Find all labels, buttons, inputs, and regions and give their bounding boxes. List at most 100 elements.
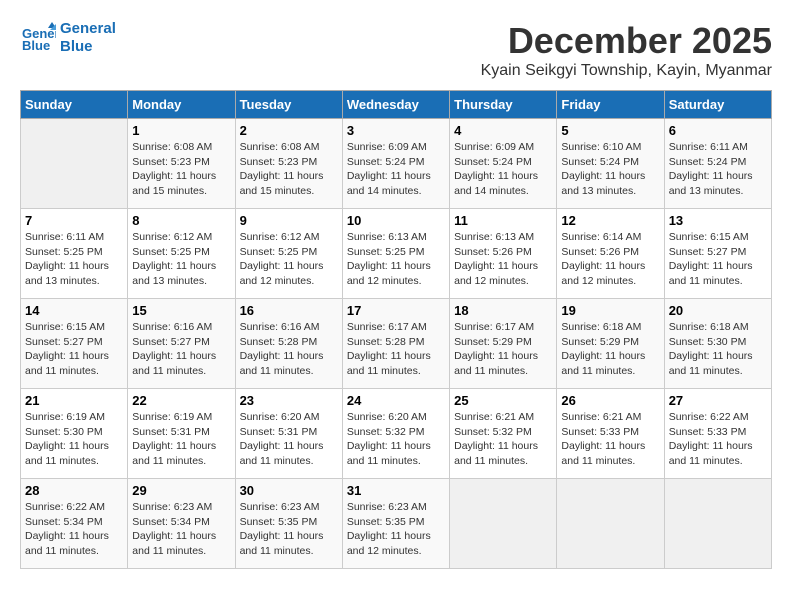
day-number: 14 [25,303,123,318]
calendar-week-4: 28 Sunrise: 6:22 AM Sunset: 5:34 PM Dayl… [21,479,772,569]
calendar-cell: 28 Sunrise: 6:22 AM Sunset: 5:34 PM Dayl… [21,479,128,569]
day-info: Sunrise: 6:16 AM Sunset: 5:27 PM Dayligh… [132,320,230,379]
calendar-cell: 8 Sunrise: 6:12 AM Sunset: 5:25 PM Dayli… [128,209,235,299]
calendar-cell: 21 Sunrise: 6:19 AM Sunset: 5:30 PM Dayl… [21,389,128,479]
day-number: 9 [240,213,338,228]
calendar-cell: 22 Sunrise: 6:19 AM Sunset: 5:31 PM Dayl… [128,389,235,479]
day-info: Sunrise: 6:18 AM Sunset: 5:30 PM Dayligh… [669,320,767,379]
day-info: Sunrise: 6:11 AM Sunset: 5:24 PM Dayligh… [669,140,767,199]
calendar-cell: 23 Sunrise: 6:20 AM Sunset: 5:31 PM Dayl… [235,389,342,479]
weekday-header-monday: Monday [128,91,235,119]
calendar-cell: 19 Sunrise: 6:18 AM Sunset: 5:29 PM Dayl… [557,299,664,389]
calendar-cell: 14 Sunrise: 6:15 AM Sunset: 5:27 PM Dayl… [21,299,128,389]
day-number: 2 [240,123,338,138]
day-number: 26 [561,393,659,408]
calendar-cell: 26 Sunrise: 6:21 AM Sunset: 5:33 PM Dayl… [557,389,664,479]
day-number: 31 [347,483,445,498]
calendar-cell: 20 Sunrise: 6:18 AM Sunset: 5:30 PM Dayl… [664,299,771,389]
day-info: Sunrise: 6:23 AM Sunset: 5:34 PM Dayligh… [132,500,230,559]
day-number: 23 [240,393,338,408]
day-number: 16 [240,303,338,318]
day-info: Sunrise: 6:09 AM Sunset: 5:24 PM Dayligh… [454,140,552,199]
day-number: 25 [454,393,552,408]
day-info: Sunrise: 6:09 AM Sunset: 5:24 PM Dayligh… [347,140,445,199]
weekday-header-wednesday: Wednesday [342,91,449,119]
calendar-cell: 25 Sunrise: 6:21 AM Sunset: 5:32 PM Dayl… [450,389,557,479]
day-info: Sunrise: 6:13 AM Sunset: 5:25 PM Dayligh… [347,230,445,289]
day-info: Sunrise: 6:23 AM Sunset: 5:35 PM Dayligh… [347,500,445,559]
calendar-body: 1 Sunrise: 6:08 AM Sunset: 5:23 PM Dayli… [21,119,772,569]
calendar-cell: 17 Sunrise: 6:17 AM Sunset: 5:28 PM Dayl… [342,299,449,389]
day-info: Sunrise: 6:19 AM Sunset: 5:31 PM Dayligh… [132,410,230,469]
day-info: Sunrise: 6:17 AM Sunset: 5:29 PM Dayligh… [454,320,552,379]
calendar-week-1: 7 Sunrise: 6:11 AM Sunset: 5:25 PM Dayli… [21,209,772,299]
weekday-header-row: SundayMondayTuesdayWednesdayThursdayFrid… [21,91,772,119]
logo-general: General [60,20,116,38]
day-info: Sunrise: 6:20 AM Sunset: 5:32 PM Dayligh… [347,410,445,469]
calendar-cell: 5 Sunrise: 6:10 AM Sunset: 5:24 PM Dayli… [557,119,664,209]
calendar-cell: 13 Sunrise: 6:15 AM Sunset: 5:27 PM Dayl… [664,209,771,299]
calendar-cell [664,479,771,569]
day-info: Sunrise: 6:14 AM Sunset: 5:26 PM Dayligh… [561,230,659,289]
calendar-cell: 7 Sunrise: 6:11 AM Sunset: 5:25 PM Dayli… [21,209,128,299]
day-info: Sunrise: 6:12 AM Sunset: 5:25 PM Dayligh… [132,230,230,289]
logo-icon: General Blue [20,20,56,56]
day-info: Sunrise: 6:11 AM Sunset: 5:25 PM Dayligh… [25,230,123,289]
weekday-header-friday: Friday [557,91,664,119]
calendar-header: SundayMondayTuesdayWednesdayThursdayFrid… [21,91,772,119]
calendar-cell: 1 Sunrise: 6:08 AM Sunset: 5:23 PM Dayli… [128,119,235,209]
calendar-cell: 3 Sunrise: 6:09 AM Sunset: 5:24 PM Dayli… [342,119,449,209]
day-info: Sunrise: 6:22 AM Sunset: 5:33 PM Dayligh… [669,410,767,469]
calendar-cell [450,479,557,569]
day-number: 19 [561,303,659,318]
calendar-cell: 27 Sunrise: 6:22 AM Sunset: 5:33 PM Dayl… [664,389,771,479]
calendar-week-3: 21 Sunrise: 6:19 AM Sunset: 5:30 PM Dayl… [21,389,772,479]
weekday-header-sunday: Sunday [21,91,128,119]
day-info: Sunrise: 6:23 AM Sunset: 5:35 PM Dayligh… [240,500,338,559]
day-info: Sunrise: 6:18 AM Sunset: 5:29 PM Dayligh… [561,320,659,379]
day-number: 8 [132,213,230,228]
calendar-cell: 4 Sunrise: 6:09 AM Sunset: 5:24 PM Dayli… [450,119,557,209]
day-number: 3 [347,123,445,138]
weekday-header-saturday: Saturday [664,91,771,119]
day-info: Sunrise: 6:22 AM Sunset: 5:34 PM Dayligh… [25,500,123,559]
calendar-cell: 18 Sunrise: 6:17 AM Sunset: 5:29 PM Dayl… [450,299,557,389]
day-info: Sunrise: 6:08 AM Sunset: 5:23 PM Dayligh… [132,140,230,199]
calendar-cell: 9 Sunrise: 6:12 AM Sunset: 5:25 PM Dayli… [235,209,342,299]
day-info: Sunrise: 6:10 AM Sunset: 5:24 PM Dayligh… [561,140,659,199]
day-number: 4 [454,123,552,138]
day-info: Sunrise: 6:08 AM Sunset: 5:23 PM Dayligh… [240,140,338,199]
calendar-cell: 30 Sunrise: 6:23 AM Sunset: 5:35 PM Dayl… [235,479,342,569]
day-info: Sunrise: 6:12 AM Sunset: 5:25 PM Dayligh… [240,230,338,289]
calendar-cell: 16 Sunrise: 6:16 AM Sunset: 5:28 PM Dayl… [235,299,342,389]
calendar-cell: 2 Sunrise: 6:08 AM Sunset: 5:23 PM Dayli… [235,119,342,209]
day-number: 27 [669,393,767,408]
day-number: 6 [669,123,767,138]
day-info: Sunrise: 6:15 AM Sunset: 5:27 PM Dayligh… [669,230,767,289]
svg-text:Blue: Blue [22,38,50,53]
month-title: December 2025 [481,20,772,62]
day-number: 30 [240,483,338,498]
location-title: Kyain Seikgyi Township, Kayin, Myanmar [481,62,772,80]
day-info: Sunrise: 6:21 AM Sunset: 5:33 PM Dayligh… [561,410,659,469]
calendar-cell: 10 Sunrise: 6:13 AM Sunset: 5:25 PM Dayl… [342,209,449,299]
calendar-cell: 24 Sunrise: 6:20 AM Sunset: 5:32 PM Dayl… [342,389,449,479]
calendar-cell: 29 Sunrise: 6:23 AM Sunset: 5:34 PM Dayl… [128,479,235,569]
calendar-cell: 15 Sunrise: 6:16 AM Sunset: 5:27 PM Dayl… [128,299,235,389]
day-number: 5 [561,123,659,138]
logo-blue: Blue [60,38,116,56]
day-number: 28 [25,483,123,498]
day-number: 12 [561,213,659,228]
day-number: 21 [25,393,123,408]
calendar-table: SundayMondayTuesdayWednesdayThursdayFrid… [20,90,772,569]
day-info: Sunrise: 6:17 AM Sunset: 5:28 PM Dayligh… [347,320,445,379]
day-number: 10 [347,213,445,228]
day-info: Sunrise: 6:13 AM Sunset: 5:26 PM Dayligh… [454,230,552,289]
day-info: Sunrise: 6:16 AM Sunset: 5:28 PM Dayligh… [240,320,338,379]
day-number: 11 [454,213,552,228]
logo: General Blue General Blue [20,20,116,56]
day-number: 22 [132,393,230,408]
day-number: 29 [132,483,230,498]
calendar-cell: 31 Sunrise: 6:23 AM Sunset: 5:35 PM Dayl… [342,479,449,569]
day-number: 20 [669,303,767,318]
